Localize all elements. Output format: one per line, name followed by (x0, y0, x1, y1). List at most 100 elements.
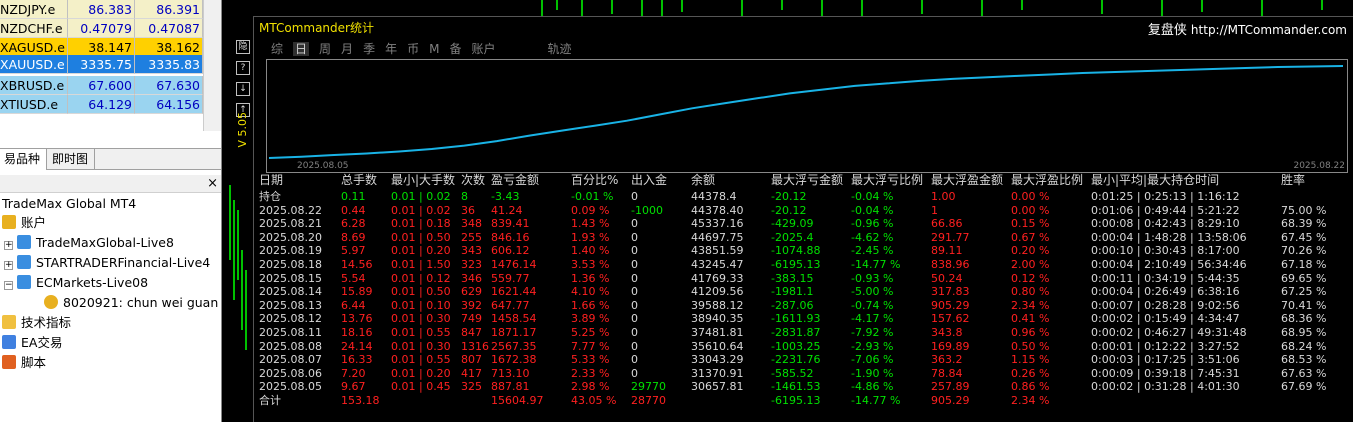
column-header: 最小|平均|最大持仓时间 (1091, 173, 1220, 187)
server-label: STARTRADERFinancial-Live4 (36, 255, 211, 270)
nav-indicators-label: 技术指标 (21, 315, 72, 330)
column-header: 最大浮亏比例 (851, 173, 924, 187)
period-tab[interactable]: 年 (385, 42, 397, 56)
table-cell: 28770 (631, 394, 666, 407)
nav-accounts-label: 账户 (21, 215, 47, 230)
period-tab[interactable]: 综 (271, 42, 283, 56)
tab-tick-chart[interactable]: 即时图 (46, 149, 96, 170)
market-watch-row[interactable]: XAUUSD.e 3335.75 3335.83 (0, 55, 203, 74)
table-cell: 39588.12 (691, 298, 744, 312)
table-cell: 89.11 (931, 244, 963, 258)
tab-symbols[interactable]: 易品种 (0, 149, 48, 170)
nav-server-2[interactable]: + STARTRADERFinancial-Live4 (4, 253, 210, 273)
brand-link[interactable]: 复盘侠 http://MTCommander.com (1148, 19, 1347, 38)
nav-accounts[interactable]: 账户 (2, 213, 46, 233)
table-cell: 1.43 % (571, 217, 610, 231)
table-cell: 44697.75 (691, 230, 744, 244)
table-cell: 2025.08.13 (259, 298, 322, 312)
table-cell: 0 (631, 339, 638, 353)
table-cell: 0.01 | 1.50 (391, 258, 451, 271)
nav-user[interactable]: 8020921: chun wei guan (44, 293, 218, 313)
navigator-root[interactable]: TradeMax Global MT4 (2, 194, 136, 214)
table-cell: 0.01 | 0.12 (391, 271, 451, 285)
table-cell: 317.83 (931, 285, 970, 299)
table-cell: 37481.81 (691, 326, 744, 339)
table-cell: 1476.14 (491, 258, 537, 271)
table-cell: 0:00:01 | 0:12:22 | 3:27:52 (1091, 339, 1240, 353)
period-tab[interactable]: 备 (449, 42, 461, 56)
nav-indicators[interactable]: 技术指标 (2, 313, 71, 333)
table-cell: 2025.08.06 (259, 366, 322, 380)
table-cell: -383.15 (771, 271, 814, 285)
table-cell: 5.33 % (571, 353, 610, 367)
table-cell: 1672.38 (491, 353, 537, 367)
close-icon[interactable]: × (207, 176, 218, 192)
table-cell: 4.10 % (571, 285, 610, 299)
table-cell: 2.98 % (571, 380, 610, 394)
nav-scripts[interactable]: 脚本 (2, 353, 46, 373)
table-cell: 15604.97 (491, 394, 544, 407)
symbol-cell: XAUUSD.e (0, 55, 68, 74)
table-cell: 0.01 | 0.20 (391, 244, 451, 258)
period-tab[interactable]: 币 (407, 42, 419, 56)
table-row: 2025.08.14 15.89 0.01 | 0.50 629 1621.44 4.10… (259, 285, 1349, 299)
table-cell: 44378.4 (691, 190, 737, 203)
table-cell: 41769.33 (691, 271, 744, 285)
period-tab[interactable]: 季 (363, 42, 375, 56)
expand-icon[interactable]: + (4, 241, 13, 250)
version-label: V 5.05 (236, 112, 249, 148)
equity-chart-svg (268, 65, 1344, 159)
table-row: 2025.08.22 0.44 0.01 | 0.02 36 41.24 0.09 % -1… (259, 204, 1349, 218)
table-cell: -4.62 % (851, 230, 894, 244)
market-watch-row[interactable]: NZDJPY.e 86.383 86.391 (0, 0, 203, 19)
down-button[interactable]: ↓ (236, 82, 250, 96)
period-tab[interactable]: 账户 (471, 42, 495, 56)
period-tab[interactable]: 周 (319, 42, 331, 56)
table-cell: 343 (461, 244, 482, 258)
table-cell: -1611.93 (771, 312, 821, 326)
table-cell: 0.01 | 0.02 (391, 190, 451, 203)
table-cell: 0:00:02 | 0:46:27 | 49:31:48 (1091, 326, 1247, 339)
table-cell: 2025.08.07 (259, 353, 322, 367)
table-cell: -1461.53 (771, 380, 821, 394)
column-header: 最大浮盈金额 (931, 173, 1004, 187)
table-cell: 846.16 (491, 230, 530, 244)
market-watch-row[interactable]: XBRUSD.e 67.600 67.630 (0, 76, 203, 95)
table-cell: -6195.13 (771, 258, 821, 271)
table-cell: 905.29 (931, 298, 970, 312)
table-cell: 68.36 % (1281, 312, 1327, 326)
table-cell: 1.66 % (571, 298, 610, 312)
table-row: 2025.08.12 13.76 0.01 | 0.30 749 1458.54 3.89… (259, 312, 1349, 326)
market-watch-row[interactable]: NZDCHF.e 0.47079 0.47087 (0, 19, 203, 38)
table-cell: 43245.47 (691, 258, 744, 271)
hide-button[interactable]: 隐 (236, 40, 250, 54)
table-cell: 0.26 % (1011, 366, 1050, 380)
nav-server-1[interactable]: + TradeMaxGlobal-Live8 (4, 233, 174, 253)
nav-expert-advisors[interactable]: EA交易 (2, 333, 62, 353)
left-panel: NZDJPY.e 86.383 86.391 NZDCHF.e 0.47079 0.470… (0, 0, 222, 422)
panel-title: MTCommander统计 (259, 21, 374, 35)
table-cell: 157.62 (931, 312, 970, 326)
expand-icon[interactable]: + (4, 261, 13, 270)
period-tab[interactable]: M (429, 42, 439, 56)
table-cell: 2025.08.20 (259, 230, 322, 244)
column-header: 最大浮亏金额 (771, 173, 844, 187)
table-cell: 7.77 % (571, 339, 610, 353)
period-tab[interactable]: 日 (293, 42, 310, 56)
market-watch-row[interactable]: XTIUSD.e 64.129 64.156 (0, 95, 203, 114)
help-button[interactable]: ? (236, 61, 250, 75)
period-tab[interactable]: 月 (341, 42, 353, 56)
table-cell: 0 (631, 366, 638, 380)
table-cell: -287.06 (771, 298, 814, 312)
table-cell: 0 (631, 244, 638, 258)
collapse-icon[interactable]: − (4, 281, 13, 290)
table-cell: 417 (461, 366, 482, 380)
market-watch-scrollbar[interactable] (203, 0, 221, 131)
table-cell: 0.09 % (571, 203, 610, 217)
table-cell: -1.90 % (851, 366, 894, 380)
table-cell: 0:00:03 | 0:17:25 | 3:51:06 (1091, 353, 1240, 367)
nav-server-3[interactable]: − ECMarkets-Live08 (4, 273, 148, 293)
table-cell: -0.96 % (851, 217, 894, 231)
period-tab[interactable]: 轨迹 (548, 42, 572, 56)
table-cell: 838.96 (931, 258, 970, 271)
